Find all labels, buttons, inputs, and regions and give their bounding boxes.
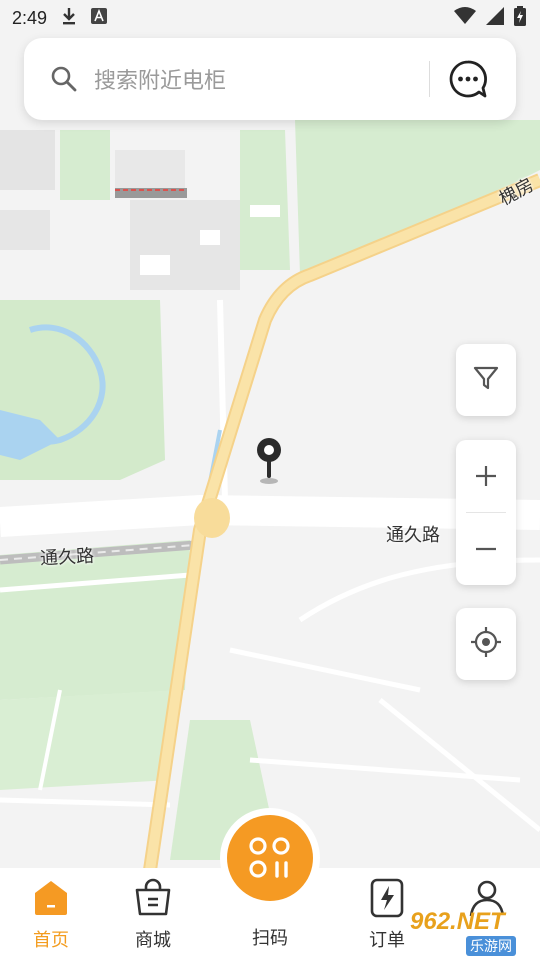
locate-target-icon <box>470 626 502 662</box>
notification-a-icon <box>91 8 108 28</box>
battery-icon <box>514 6 526 30</box>
nav-mall[interactable]: 商城 <box>103 868 203 960</box>
search-bar[interactable]: 搜索附近电柜 <box>24 38 516 120</box>
scan-button[interactable] <box>220 808 320 908</box>
nav-mall-label: 商城 <box>135 930 171 951</box>
scan-icon <box>249 837 290 878</box>
search-input[interactable]: 搜索附近电柜 <box>94 63 429 95</box>
locate-button[interactable] <box>456 608 516 680</box>
plus-icon <box>476 466 496 486</box>
nav-home[interactable]: 首页 <box>1 868 101 960</box>
scan-label: 扫码 <box>252 928 288 949</box>
chat-bubble-icon <box>449 60 487 98</box>
order-bolt-icon <box>367 878 407 918</box>
filter-icon <box>473 365 499 395</box>
watermark-sub: 乐游网 <box>466 936 516 956</box>
location-pin-icon[interactable] <box>254 436 284 492</box>
search-divider <box>429 61 430 97</box>
download-icon <box>61 7 77 29</box>
cell-signal-icon <box>486 7 504 29</box>
zoom-in-button[interactable] <box>456 440 516 512</box>
watermark-logo: 962.NET 乐游网 <box>410 906 536 958</box>
shopping-bag-icon <box>133 878 173 918</box>
message-button[interactable] <box>448 59 488 99</box>
zoom-out-button[interactable] <box>456 513 516 585</box>
status-time: 2:49 <box>12 7 48 28</box>
scan-button-fill <box>227 815 313 901</box>
watermark-brand: 962.NET <box>410 908 505 935</box>
road-label-west: 通久路 <box>39 545 95 570</box>
search-icon <box>50 65 78 93</box>
filter-button[interactable] <box>456 344 516 416</box>
zoom-control <box>456 440 516 585</box>
wifi-icon <box>454 7 476 29</box>
nav-home-label: 首页 <box>33 930 69 951</box>
road-label-east: 通久路 <box>386 525 440 546</box>
status-bar: 2:49 <box>0 0 540 36</box>
nav-orders-label: 订单 <box>369 930 405 951</box>
home-icon <box>31 878 71 918</box>
minus-icon <box>476 547 496 551</box>
